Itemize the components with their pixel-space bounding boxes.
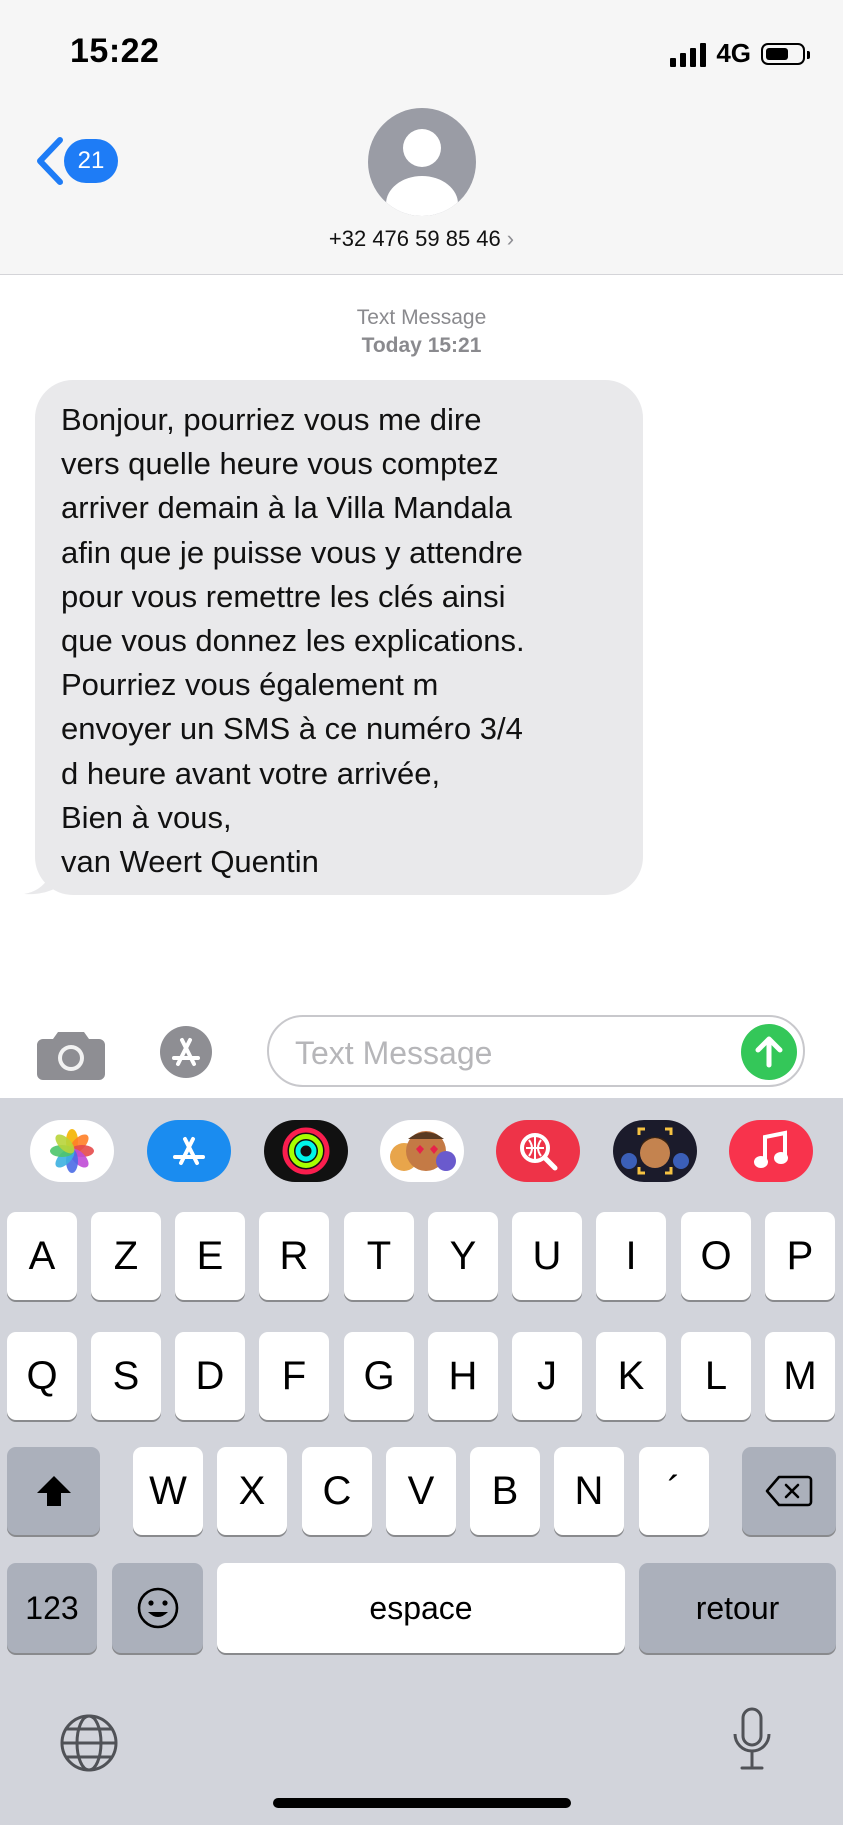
- composer-bar: Text Message: [0, 1010, 843, 1100]
- numbers-key[interactable]: 123: [7, 1563, 97, 1653]
- app-store-button[interactable]: [150, 1024, 230, 1085]
- shift-key[interactable]: [7, 1447, 100, 1535]
- photos-app-icon[interactable]: [30, 1120, 114, 1182]
- chevron-left-icon: [37, 137, 63, 185]
- key-e[interactable]: E: [175, 1212, 245, 1300]
- person-icon: [386, 129, 458, 216]
- message-input-placeholder: Text Message: [295, 1035, 493, 1071]
- key-l[interactable]: L: [681, 1332, 751, 1420]
- emoji-key[interactable]: [112, 1563, 203, 1653]
- key-s[interactable]: S: [91, 1332, 161, 1420]
- chevron-right-icon: ›: [506, 226, 515, 251]
- keyboard: A Z E R T Y U I O P Q S D F G H J K L M …: [0, 1098, 843, 1825]
- key-u[interactable]: U: [512, 1212, 582, 1300]
- contact-number: +32 476 59 85 46: [328, 226, 501, 251]
- key-y[interactable]: Y: [428, 1212, 498, 1300]
- dictation-button[interactable]: [730, 1706, 774, 1781]
- network-type: 4G: [716, 38, 751, 68]
- key-t[interactable]: T: [344, 1212, 414, 1300]
- key-x[interactable]: X: [217, 1447, 287, 1535]
- globe-icon: [60, 1714, 118, 1772]
- apps-icon: [160, 1026, 212, 1078]
- imessage-app-strip: [0, 1120, 843, 1186]
- key-n[interactable]: N: [554, 1447, 624, 1535]
- smiley-icon: [137, 1587, 178, 1629]
- unread-count-badge: 21: [64, 139, 118, 183]
- message-input[interactable]: Text Message: [267, 1015, 805, 1087]
- activity-app-icon[interactable]: [264, 1120, 348, 1182]
- battery-icon: [761, 42, 810, 65]
- key-h[interactable]: H: [428, 1332, 498, 1420]
- key-g[interactable]: G: [344, 1332, 414, 1420]
- space-key[interactable]: espace: [217, 1563, 625, 1653]
- delete-key[interactable]: [742, 1447, 836, 1535]
- key-i[interactable]: I: [596, 1212, 666, 1300]
- send-button[interactable]: [741, 1024, 797, 1080]
- incoming-message-bubble[interactable]: Bonjour, pourriez vous me dire vers quel…: [35, 380, 643, 895]
- key-j[interactable]: J: [512, 1332, 582, 1420]
- key-f[interactable]: F: [259, 1332, 329, 1420]
- arrow-up-icon: [755, 1036, 783, 1068]
- shift-arrow-icon: [36, 1476, 71, 1506]
- key-r[interactable]: R: [259, 1212, 329, 1300]
- conversation-header: 15:22 4G 21 +32 476 59 85 46 ›: [0, 0, 843, 275]
- status-time: 15:22: [70, 32, 160, 70]
- key-o[interactable]: O: [681, 1212, 751, 1300]
- contact-avatar[interactable]: [368, 108, 476, 216]
- message-meta: Text Message Today 15:21: [0, 304, 843, 360]
- contact-name-button[interactable]: +32 476 59 85 46 ›: [0, 226, 843, 252]
- memoji-app-icon[interactable]: [613, 1120, 697, 1182]
- music-app-icon[interactable]: [729, 1120, 813, 1182]
- key-m[interactable]: M: [765, 1332, 835, 1420]
- memoji-stickers-app-icon[interactable]: [380, 1120, 464, 1182]
- web-search-app-icon[interactable]: [496, 1120, 580, 1182]
- key-a[interactable]: A: [7, 1212, 77, 1300]
- home-indicator[interactable]: [273, 1798, 571, 1808]
- status-indicators: 4G: [670, 38, 810, 69]
- key-k[interactable]: K: [596, 1332, 666, 1420]
- key-c[interactable]: C: [302, 1447, 372, 1535]
- app-store-app-icon[interactable]: [147, 1120, 231, 1182]
- microphone-icon: [733, 1707, 771, 1770]
- key-w[interactable]: W: [133, 1447, 203, 1535]
- camera-icon: [37, 1032, 105, 1080]
- key-b[interactable]: B: [470, 1447, 540, 1535]
- key-p[interactable]: P: [765, 1212, 835, 1300]
- delete-icon: [765, 1475, 813, 1507]
- back-button[interactable]: 21: [34, 136, 118, 186]
- camera-button[interactable]: [36, 1028, 106, 1085]
- cellular-signal-icon: [670, 41, 707, 67]
- globe-button[interactable]: [58, 1712, 120, 1779]
- key-d[interactable]: D: [175, 1332, 245, 1420]
- key-z[interactable]: Z: [91, 1212, 161, 1300]
- message-timestamp: Today 15:21: [361, 334, 482, 357]
- key-q[interactable]: Q: [7, 1332, 77, 1420]
- service-label: Text Message: [356, 306, 487, 329]
- return-key[interactable]: retour: [639, 1563, 836, 1653]
- key-v[interactable]: V: [386, 1447, 456, 1535]
- key-acute-accent[interactable]: ´: [639, 1447, 709, 1535]
